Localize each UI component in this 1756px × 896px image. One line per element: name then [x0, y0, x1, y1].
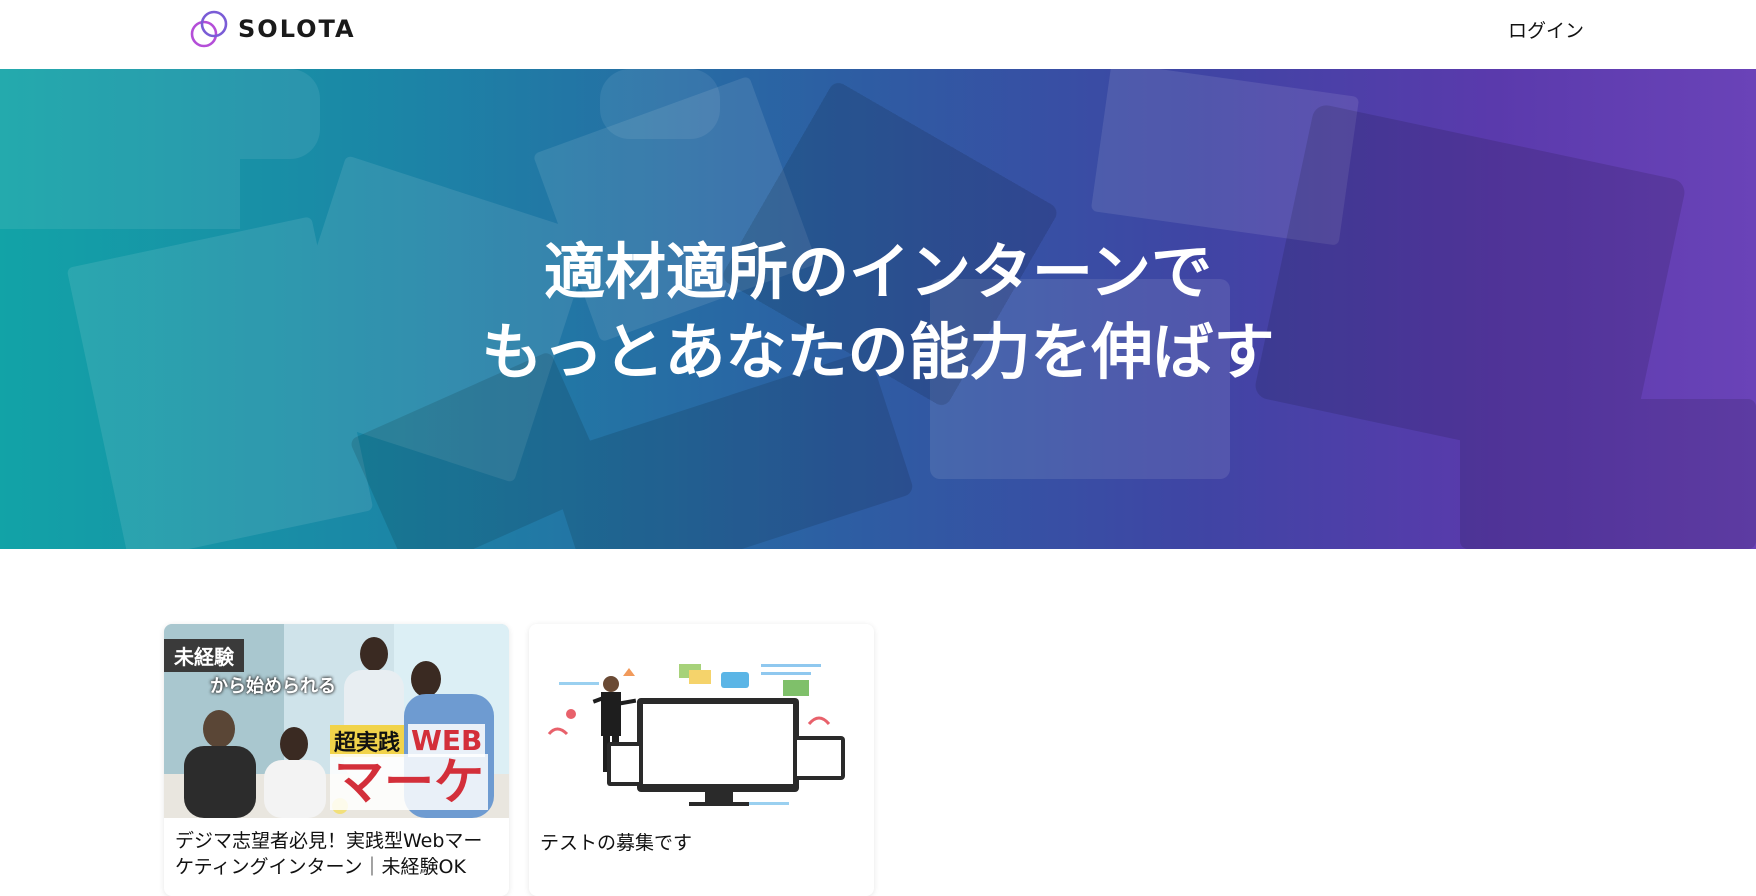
- thumbnail-subtitle: から始められる: [210, 676, 336, 697]
- internship-listing-grid: 未経験 から始められる 超実践 WEB マーケ デジマ志望者必見！実践型Webマ…: [164, 624, 904, 896]
- listing-title[interactable]: テストの募集です: [529, 818, 874, 856]
- listing-thumbnail: [529, 624, 874, 818]
- site-header: SOLOTA ログイン: [0, 0, 1756, 70]
- hero-banner: 適材適所のインターンで もっとあなたの能力を伸ばす: [0, 69, 1756, 549]
- site-logo[interactable]: SOLOTA: [188, 8, 356, 50]
- listing-card[interactable]: テストの募集です: [529, 624, 874, 896]
- hero-title: 適材適所のインターンで もっとあなたの能力を伸ばす: [0, 233, 1756, 393]
- hero-title-line-1: 適材適所のインターンで: [544, 237, 1212, 308]
- listing-thumbnail: 未経験 から始められる 超実践 WEB マーケ: [164, 624, 509, 818]
- logo-text: SOLOTA: [238, 15, 356, 43]
- thumbnail-big-caption: マーケ: [330, 754, 488, 810]
- thumbnail-mid-a: 超実践: [330, 724, 405, 757]
- hero-title-line-2: もっとあなたの能力を伸ばす: [481, 317, 1275, 388]
- logo-rings-icon: [190, 10, 228, 48]
- listing-title[interactable]: デジマ志望者必見！実践型Webマーケティングインターン｜未経験OK: [164, 818, 509, 880]
- listing-card[interactable]: 未経験 から始められる 超実践 WEB マーケ デジマ志望者必見！実践型Webマ…: [164, 624, 509, 896]
- presenter-devices-illustration: [529, 624, 874, 818]
- login-link[interactable]: ログイン: [1508, 16, 1584, 43]
- thumbnail-tag: 未経験: [164, 639, 244, 672]
